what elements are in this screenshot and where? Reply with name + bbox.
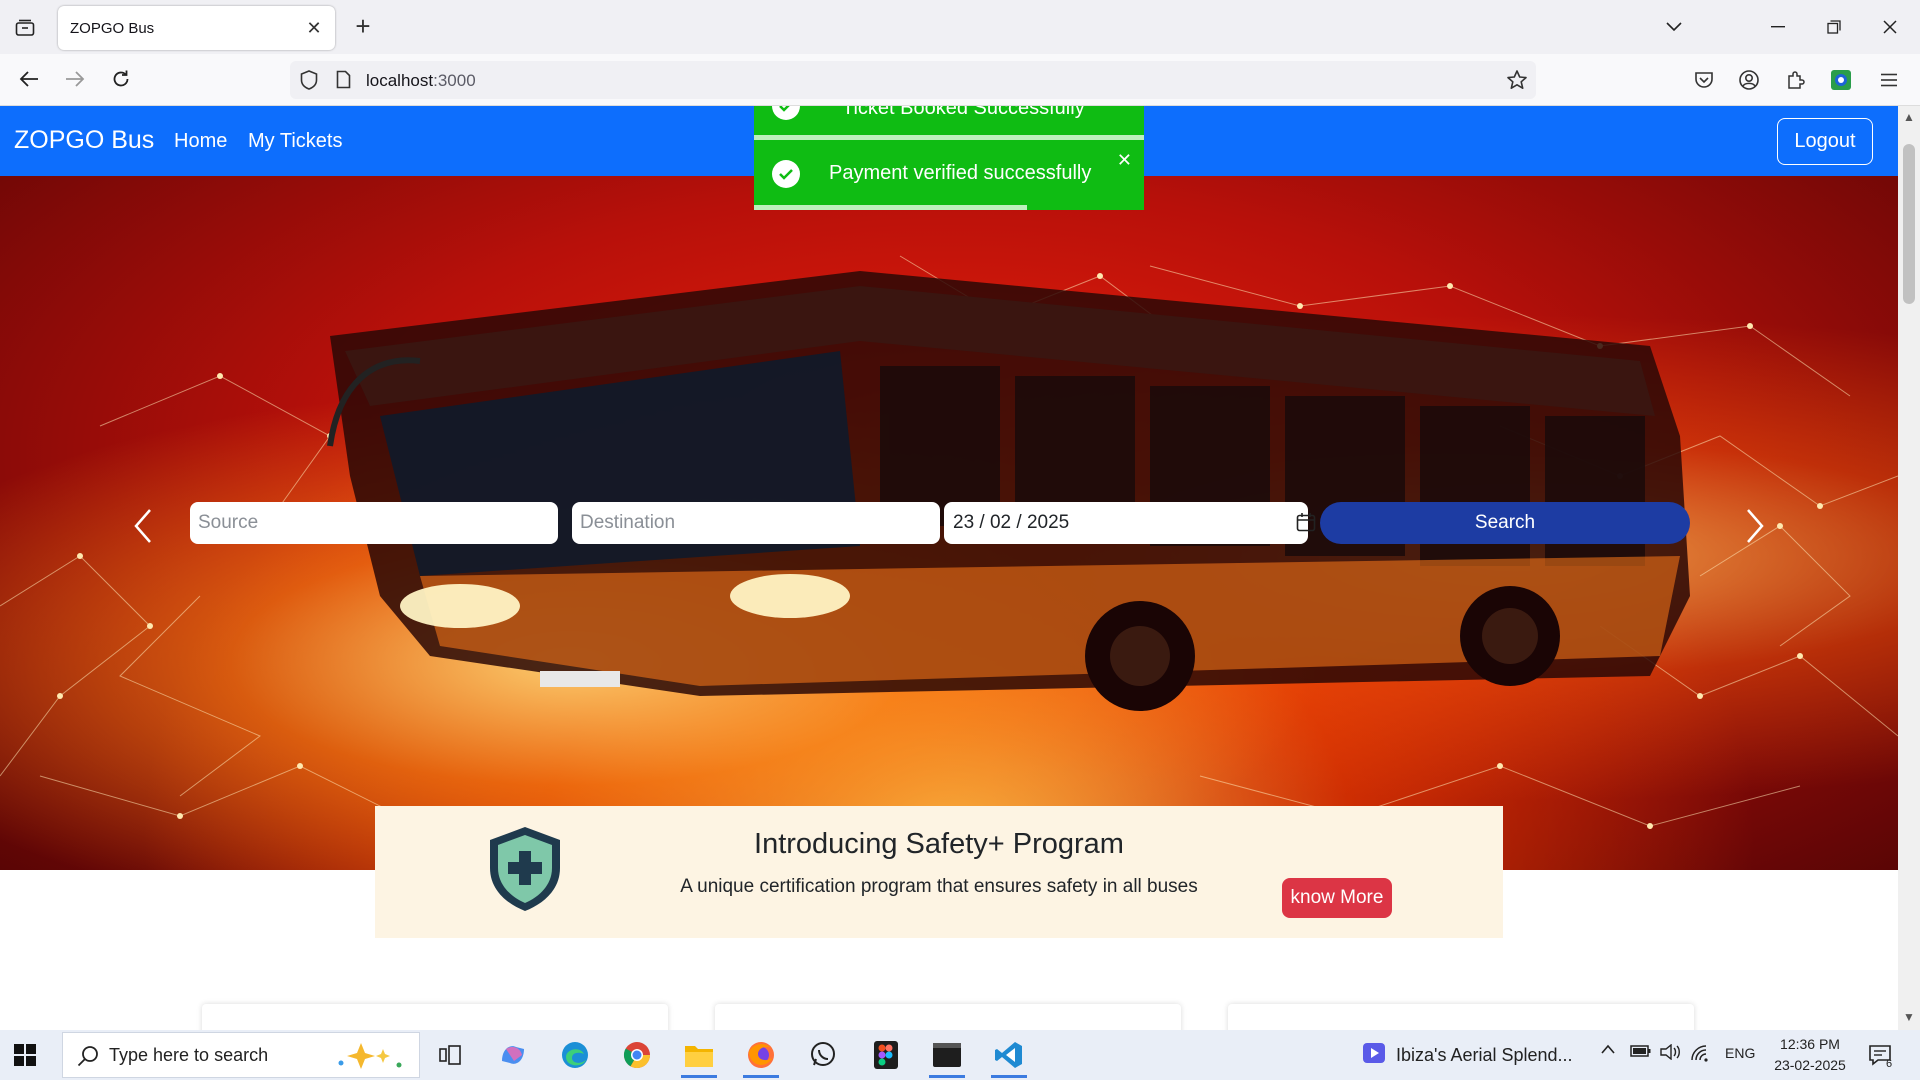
- toast-message: Payment verified successfully: [829, 162, 1092, 184]
- browser-toolbar: localhost:3000: [0, 54, 1920, 106]
- close-icon[interactable]: ✕: [1117, 150, 1132, 171]
- edge-icon[interactable]: [555, 1036, 595, 1074]
- toast-ticket-booked[interactable]: Ticket Booked Successfully: [754, 106, 1144, 140]
- system-clock[interactable]: 12:36 PM 23-02-2025: [1768, 1034, 1852, 1076]
- media-widget[interactable]: Ibiza's Aerial Splend...: [1362, 1042, 1573, 1069]
- check-circle-icon: [772, 106, 800, 120]
- battery-icon[interactable]: [1630, 1044, 1652, 1061]
- page-icon: [336, 70, 351, 94]
- site-brand[interactable]: ZOPGO Bus: [14, 126, 154, 155]
- close-icon[interactable]: ✕: [303, 17, 325, 39]
- clock-time: 12:36 PM: [1780, 1036, 1840, 1052]
- firefox-icon[interactable]: [741, 1036, 781, 1078]
- tab-title: ZOPGO Bus: [70, 19, 155, 37]
- logout-button[interactable]: Logout: [1777, 118, 1873, 165]
- video-play-icon: [1362, 1042, 1386, 1069]
- url-bar[interactable]: localhost:3000: [290, 61, 1536, 99]
- url-text[interactable]: localhost:3000: [366, 71, 476, 91]
- wifi-icon[interactable]: [1690, 1044, 1712, 1065]
- chevron-down-icon[interactable]: [1646, 8, 1702, 46]
- safety-banner: Introducing Safety+ Program A unique cer…: [375, 806, 1503, 938]
- toast-payment-verified[interactable]: Payment verified successfully ✕: [754, 140, 1144, 210]
- know-more-button[interactable]: know More: [1282, 878, 1392, 918]
- language-indicator[interactable]: ENG: [1725, 1045, 1755, 1061]
- restore-icon[interactable]: [1806, 8, 1862, 46]
- volume-icon[interactable]: [1660, 1043, 1682, 1063]
- windows-start-icon[interactable]: [10, 1040, 40, 1070]
- nav-link-home[interactable]: Home: [174, 130, 227, 153]
- media-title: Ibiza's Aerial Splend...: [1396, 1045, 1573, 1065]
- scroll-down-icon[interactable]: ▼: [1902, 1010, 1916, 1024]
- task-view-icon[interactable]: [430, 1036, 470, 1074]
- browser-tab[interactable]: ZOPGO Bus ✕: [58, 6, 335, 50]
- extension-icon[interactable]: [1824, 63, 1858, 97]
- feature-card: [202, 1004, 668, 1030]
- whatsapp-icon[interactable]: [803, 1036, 843, 1074]
- safety-title: Introducing Safety+ Program: [754, 828, 1124, 860]
- feature-card: [1228, 1004, 1694, 1030]
- close-window-icon[interactable]: [1862, 8, 1918, 46]
- toast-progress-bar: [754, 205, 1027, 210]
- reload-icon[interactable]: [104, 62, 138, 96]
- carousel-next-icon[interactable]: [1736, 496, 1776, 556]
- back-icon[interactable]: [12, 62, 46, 96]
- tab-list-icon[interactable]: [8, 12, 42, 44]
- chevron-up-icon[interactable]: [1600, 1042, 1616, 1058]
- check-circle-icon: [772, 160, 800, 188]
- destination-input[interactable]: [572, 502, 940, 544]
- web-page: ZOPGO Bus Home My Tickets Logout Source …: [0, 106, 1898, 1030]
- search-icon: [77, 1045, 99, 1072]
- extensions-icon[interactable]: [1778, 63, 1812, 97]
- scroll-up-icon[interactable]: ▲: [1902, 110, 1916, 124]
- figma-icon[interactable]: [866, 1036, 906, 1074]
- copilot-icon[interactable]: [493, 1036, 533, 1074]
- clock-date: 23-02-2025: [1774, 1057, 1846, 1073]
- search-button[interactable]: Search: [1320, 502, 1690, 544]
- forward-icon[interactable]: [58, 62, 92, 96]
- toast-message: Ticket Booked Successfully: [842, 106, 1085, 119]
- hero-carousel: 23 / 02 / 2025 Search: [0, 176, 1898, 870]
- account-icon[interactable]: [1732, 63, 1766, 97]
- feature-card: [715, 1004, 1181, 1030]
- scroll-thumb[interactable]: [1903, 144, 1915, 304]
- taskbar-search[interactable]: Type here to search: [62, 1032, 420, 1078]
- taskbar-search-placeholder: Type here to search: [109, 1044, 269, 1065]
- plus-icon[interactable]: +: [348, 12, 378, 42]
- carousel-prev-icon[interactable]: [122, 496, 162, 556]
- vscode-icon[interactable]: [989, 1036, 1029, 1078]
- pocket-icon[interactable]: [1687, 63, 1721, 97]
- terminal-icon[interactable]: [927, 1036, 967, 1078]
- menu-icon[interactable]: [1872, 63, 1906, 97]
- shield-icon[interactable]: [300, 70, 318, 95]
- page-scrollbar[interactable]: ▲ ▼: [1898, 106, 1920, 1030]
- file-explorer-icon[interactable]: [679, 1036, 719, 1078]
- date-input[interactable]: 23 / 02 / 2025: [944, 502, 1316, 544]
- copilot-sparkle-icon: [333, 1041, 409, 1076]
- chrome-icon[interactable]: [617, 1036, 657, 1074]
- nav-link-my-tickets[interactable]: My Tickets: [248, 130, 342, 153]
- browser-tab-bar: ZOPGO Bus ✕ +: [0, 0, 1920, 54]
- date-value: 23 / 02 / 2025: [953, 512, 1070, 533]
- minimize-icon[interactable]: [1750, 8, 1806, 46]
- bookmark-star-icon[interactable]: [1506, 69, 1528, 96]
- taskbar: Type here to search Ibiza's Aerial Splen…: [0, 1030, 1920, 1080]
- source-input[interactable]: [190, 502, 558, 544]
- notification-count: 6: [1886, 1058, 1893, 1070]
